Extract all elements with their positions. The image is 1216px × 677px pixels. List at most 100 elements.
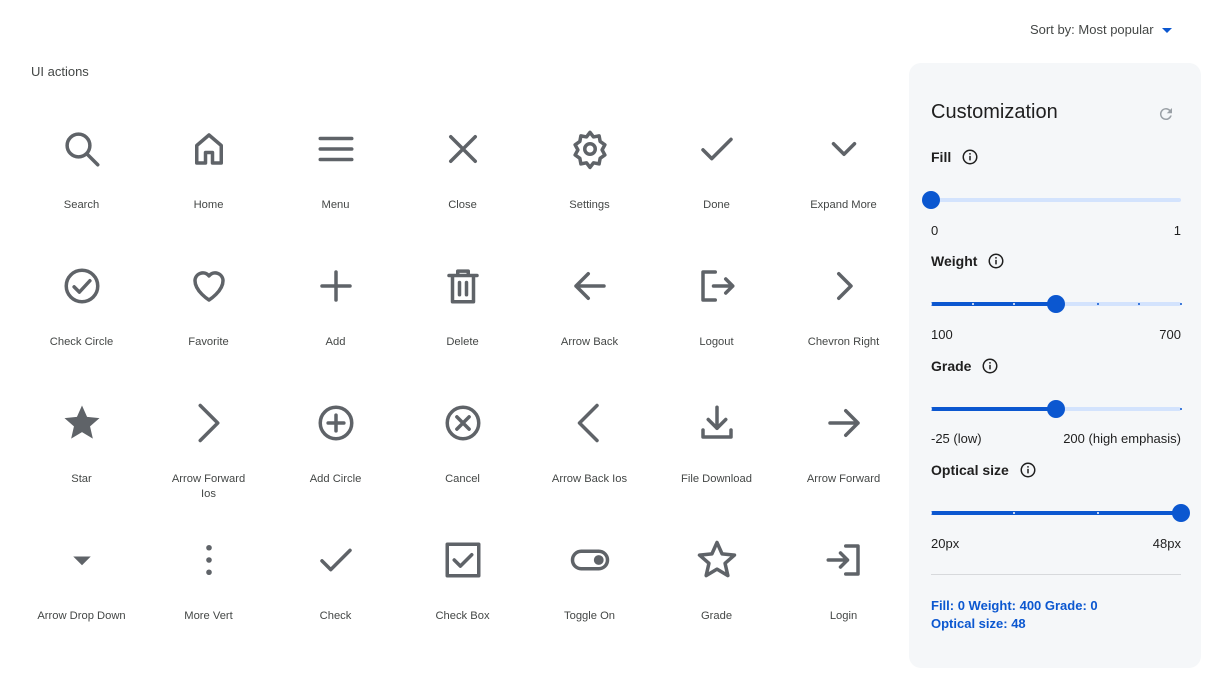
icon-label: Check Box bbox=[435, 610, 490, 622]
cancel-icon bbox=[442, 402, 484, 444]
delete-icon bbox=[442, 265, 484, 307]
optical-size-max: 48px bbox=[1152, 536, 1181, 551]
sort-dropdown[interactable]: Sort by: Most popular bbox=[1030, 22, 1172, 37]
icon-tile-grade[interactable]: Grade bbox=[653, 521, 780, 658]
icon-tile-settings[interactable]: Settings bbox=[526, 110, 653, 247]
divider bbox=[931, 574, 1181, 575]
icon-tile-search[interactable]: Search bbox=[18, 110, 145, 247]
slider-tick bbox=[1180, 408, 1182, 410]
icon-tile-done[interactable]: Done bbox=[653, 110, 780, 247]
grade-label: Grade bbox=[931, 357, 999, 375]
home-icon bbox=[188, 128, 230, 170]
icon-tile-add[interactable]: Add bbox=[272, 247, 399, 384]
fill-slider[interactable] bbox=[922, 190, 1181, 210]
slider-thumb[interactable] bbox=[1047, 295, 1065, 313]
add-circle-icon bbox=[315, 402, 357, 444]
icon-label: Search bbox=[63, 199, 100, 211]
icon-tile-arrow-drop-down[interactable]: Arrow Drop Down bbox=[18, 521, 145, 658]
check-circle-icon bbox=[61, 265, 103, 307]
icon-label: Add bbox=[325, 336, 346, 348]
icon-label: Arrow Drop Down bbox=[37, 610, 126, 622]
icon-label: Add Circle bbox=[309, 473, 362, 485]
fill-min: 0 bbox=[931, 223, 939, 238]
more-vert-icon bbox=[188, 539, 230, 581]
settings-icon bbox=[569, 128, 611, 170]
fill-max: 1 bbox=[1173, 223, 1181, 238]
icon-tile-menu[interactable]: Menu bbox=[272, 110, 399, 247]
info-icon[interactable] bbox=[1019, 461, 1037, 479]
grade-min: -25 (low) bbox=[931, 431, 982, 446]
icon-tile-favorite[interactable]: Favorite bbox=[145, 247, 272, 384]
icon-label: Cancel bbox=[445, 473, 480, 485]
icon-tile-toggle-on[interactable]: Toggle On bbox=[526, 521, 653, 658]
icon-tile-file-download[interactable]: File Download bbox=[653, 384, 780, 521]
icon-label: Logout bbox=[699, 336, 734, 348]
icon-tile-chevron-right[interactable]: Chevron Right bbox=[780, 247, 907, 384]
slider-track bbox=[931, 198, 1181, 202]
icon-tile-check-box[interactable]: Check Box bbox=[399, 521, 526, 658]
search-icon bbox=[61, 128, 103, 170]
optical-size-slider[interactable] bbox=[930, 503, 1190, 523]
optical-size-range: 20px 48px bbox=[931, 536, 1181, 551]
slider-thumb[interactable] bbox=[1172, 504, 1190, 522]
expand-more-icon bbox=[823, 128, 865, 170]
icon-label: Arrow Forward bbox=[806, 473, 881, 485]
grade-slider[interactable] bbox=[930, 399, 1182, 419]
check-box-icon bbox=[442, 539, 484, 581]
icon-tile-arrow-forward[interactable]: Arrow Forward bbox=[780, 384, 907, 521]
done-icon bbox=[696, 128, 738, 170]
icon-tile-home[interactable]: Home bbox=[145, 110, 272, 247]
toggle-on-icon bbox=[569, 539, 611, 581]
fill-range: 0 1 bbox=[931, 223, 1181, 238]
weight-min: 100 bbox=[931, 327, 953, 342]
logout-icon bbox=[696, 265, 738, 307]
optical-size-label-text: Optical size bbox=[931, 462, 1009, 478]
summary-line-1: Fill: 0 Weight: 400 Grade: 0 bbox=[931, 598, 1098, 613]
icon-tile-logout[interactable]: Logout bbox=[653, 247, 780, 384]
grade-max: 200 (high emphasis) bbox=[1063, 431, 1181, 446]
info-icon[interactable] bbox=[987, 252, 1005, 270]
grade-range: -25 (low) 200 (high emphasis) bbox=[931, 431, 1181, 446]
icon-tile-arrow-back-ios[interactable]: Arrow Back Ios bbox=[526, 384, 653, 521]
icon-tile-delete[interactable]: Delete bbox=[399, 247, 526, 384]
customization-panel: Customization Fill 0 1 Weight 100 700 Gr… bbox=[909, 63, 1201, 668]
slider-tick bbox=[1180, 303, 1182, 305]
icon-label: Expand More bbox=[810, 199, 877, 211]
info-icon[interactable] bbox=[961, 148, 979, 166]
caret-down-icon bbox=[1161, 28, 1172, 33]
fill-label-text: Fill bbox=[931, 149, 952, 165]
weight-max: 700 bbox=[1159, 327, 1181, 342]
icon-tile-add-circle[interactable]: Add Circle bbox=[272, 384, 399, 521]
icon-tile-login[interactable]: Login bbox=[780, 521, 907, 658]
icon-label: Check Circle bbox=[49, 336, 114, 348]
weight-slider[interactable] bbox=[930, 294, 1182, 314]
panel-title: Customization bbox=[931, 101, 1058, 123]
icon-tile-expand-more[interactable]: Expand More bbox=[780, 110, 907, 247]
icon-tile-more-vert[interactable]: More Vert bbox=[145, 521, 272, 658]
optical-size-label: Optical size bbox=[931, 461, 1037, 479]
icon-grid: Search Home Menu Close Settings Done Expand Mo… bbox=[18, 110, 908, 658]
icon-label: Done bbox=[703, 199, 730, 211]
menu-icon bbox=[315, 128, 357, 170]
info-icon[interactable] bbox=[981, 357, 999, 375]
icon-tile-arrow-back[interactable]: Arrow Back bbox=[526, 247, 653, 384]
icon-tile-arrow-forward-ios[interactable]: Arrow Forward Ios bbox=[145, 384, 272, 521]
weight-label-text: Weight bbox=[931, 253, 978, 269]
sort-label: Sort by: Most popular bbox=[1030, 22, 1154, 37]
slider-tick bbox=[1096, 512, 1099, 514]
icon-label: Close bbox=[448, 199, 477, 211]
icon-tile-close[interactable]: Close bbox=[399, 110, 526, 247]
slider-tick bbox=[1096, 303, 1099, 305]
icon-tile-cancel[interactable]: Cancel bbox=[399, 384, 526, 521]
optical-size-min: 20px bbox=[931, 536, 960, 551]
icon-label: Chevron Right bbox=[807, 336, 880, 348]
icon-tile-star[interactable]: Star bbox=[18, 384, 145, 521]
slider-thumb[interactable] bbox=[1047, 400, 1065, 418]
arrow-back-ios-icon bbox=[569, 402, 611, 444]
slider-thumb[interactable] bbox=[922, 191, 940, 209]
refresh-icon[interactable] bbox=[1157, 105, 1175, 123]
icon-tile-check[interactable]: Check bbox=[272, 521, 399, 658]
settings-summary: Fill: 0 Weight: 400 Grade: 0 Optical siz… bbox=[931, 597, 1098, 633]
icon-label: Grade bbox=[700, 610, 733, 622]
icon-tile-check-circle[interactable]: Check Circle bbox=[18, 247, 145, 384]
